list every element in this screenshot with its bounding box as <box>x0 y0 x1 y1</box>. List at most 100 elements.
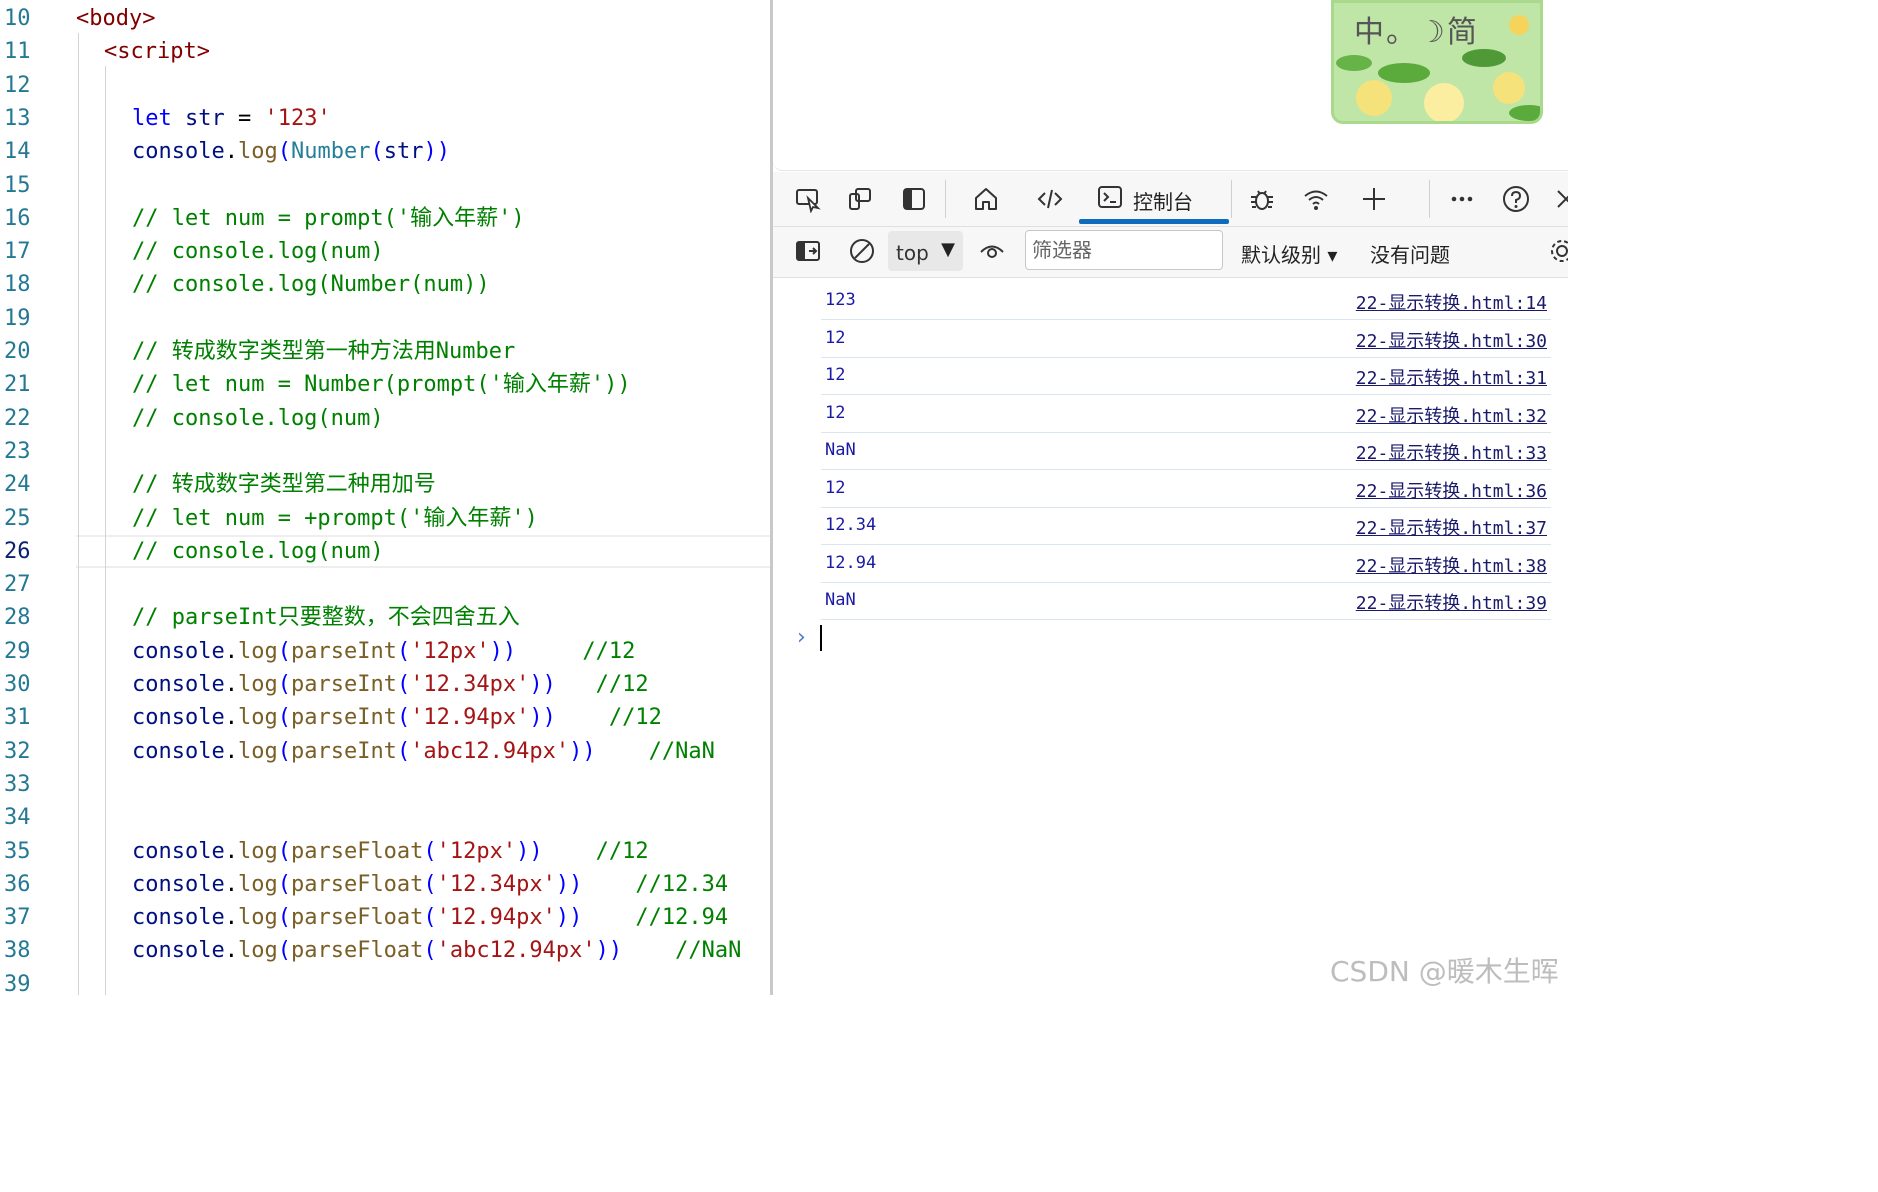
close-icon[interactable] <box>1549 182 1568 216</box>
settings-gear-icon[interactable] <box>1545 234 1568 268</box>
live-expression-eye-icon[interactable] <box>975 234 1009 268</box>
inspect-icon[interactable] <box>791 182 825 216</box>
more-icon[interactable] <box>1445 182 1479 216</box>
add-tool-icon[interactable] <box>1357 182 1391 216</box>
help-icon[interactable] <box>1499 182 1533 216</box>
code-token: '12px' <box>436 838 517 864</box>
code-token: //12 <box>555 672 649 697</box>
line-number: 14 <box>4 139 31 165</box>
tab-console[interactable]: 控制台 <box>1079 174 1229 224</box>
line-number: 11 <box>4 39 31 65</box>
code-token: . <box>224 738 238 764</box>
code-line[interactable]: <body> <box>76 2 770 35</box>
code-line[interactable]: console.log(parseFloat('12.34px')) //12.… <box>132 868 770 901</box>
context-selector[interactable]: top ▼ <box>888 231 963 271</box>
console-input-caret[interactable] <box>820 625 822 651</box>
code-line[interactable]: console.log(parseFloat('abc12.94px')) //… <box>132 934 770 967</box>
code-line[interactable] <box>132 169 770 202</box>
line-number: 37 <box>4 905 31 931</box>
code-line[interactable]: console.log(parseInt('12px')) //12 <box>132 635 770 668</box>
code-line[interactable]: // 转成数字类型第二种用加号 <box>132 468 770 501</box>
code-token: 'abc12.94px' <box>410 738 570 764</box>
line-number: 22 <box>4 405 31 431</box>
source-link[interactable]: 22-显示转换.html:14 <box>1356 289 1547 315</box>
line-number: 17 <box>4 239 31 265</box>
code-line[interactable]: // console.log(Number(num)) <box>132 268 770 301</box>
source-link[interactable]: 22-显示转换.html:32 <box>1356 402 1547 428</box>
watermark: CSDN @暖木生晖 <box>1330 955 1559 988</box>
source-link[interactable]: 22-显示转换.html:39 <box>1356 589 1547 615</box>
code-line[interactable] <box>132 568 770 601</box>
code-line[interactable]: console.log(parseFloat('12px')) //12 <box>132 835 770 868</box>
code-token: = <box>224 105 265 131</box>
device-emulation-icon[interactable] <box>843 182 877 216</box>
source-link[interactable]: 22-显示转换.html:31 <box>1356 364 1547 390</box>
console-message-row: NaN 22-显示转换.html:33 <box>821 432 1551 470</box>
code-line[interactable] <box>132 768 770 801</box>
code-token: )) <box>516 838 543 864</box>
code-line[interactable] <box>132 69 770 102</box>
source-link[interactable]: 22-显示转换.html:38 <box>1356 552 1547 578</box>
code-token: ( <box>396 738 411 764</box>
ime-status-widget[interactable]: 中。☽简 <box>1331 0 1543 124</box>
source-link[interactable]: 22-显示转换.html:33 <box>1356 439 1547 465</box>
code-token: parseFloat <box>290 838 424 864</box>
code-line[interactable] <box>132 435 770 468</box>
code-line[interactable]: // 转成数字类型第一种方法用Number <box>132 335 770 368</box>
source-link[interactable]: 22-显示转换.html:30 <box>1356 327 1547 353</box>
code-token: log <box>237 905 278 931</box>
source-link[interactable]: 22-显示转换.html:37 <box>1356 514 1547 540</box>
ime-mode-text: 中。☽简 <box>1354 15 1479 50</box>
code-token: ( <box>277 838 291 864</box>
code-token: )) <box>555 905 583 931</box>
code-line[interactable]: // console.log(num) <box>132 535 770 568</box>
line-number: 39 <box>4 971 31 995</box>
code-token: '12.34px' <box>410 672 530 697</box>
code-line[interactable]: // let num = prompt('输入年薪') <box>132 202 770 235</box>
code-line[interactable]: console.log(Number(str)) <box>132 135 770 168</box>
filter-input[interactable] <box>1025 230 1223 270</box>
code-line[interactable]: console.log(parseFloat('12.94px')) //12.… <box>132 901 770 934</box>
code-line[interactable] <box>132 968 770 995</box>
code-line[interactable] <box>132 302 770 335</box>
console-message-row: 123 22-显示转换.html:14 <box>821 282 1551 320</box>
code-line[interactable] <box>132 801 770 834</box>
code-token: ( <box>277 938 291 964</box>
code-token: . <box>224 638 238 664</box>
code-token: ( <box>277 738 291 764</box>
code-token: let <box>132 105 172 131</box>
log-level-dropdown[interactable]: 默认级别 ▾ <box>1241 239 1337 268</box>
code-token: ( <box>277 638 291 664</box>
code-token: // console.log(Number(num)) <box>132 272 490 298</box>
code-line[interactable]: console.log(parseInt('abc12.94px')) //Na… <box>132 735 770 768</box>
code-token: '12.34px' <box>436 871 556 897</box>
code-token: log <box>237 871 278 897</box>
code-line[interactable]: <script> <box>104 35 770 68</box>
code-token: //NaN <box>622 938 742 964</box>
code-editor[interactable]: 10 11 12 13 14 15 16 17 18 19 20 21 22 23 24 25 26 27 28 29… <box>0 0 770 995</box>
code-line[interactable]: // let num = +prompt('输入年薪') <box>132 502 770 535</box>
code-line[interactable]: let str = '123' <box>132 102 770 135</box>
elements-icon[interactable] <box>1033 182 1067 216</box>
clear-console-icon[interactable] <box>845 234 879 268</box>
code-line[interactable]: console.log(parseInt('12.94px')) //12 <box>132 701 770 734</box>
source-link[interactable]: 22-显示转换.html:36 <box>1356 477 1547 503</box>
code-line[interactable]: // let num = Number(prompt('输入年薪')) <box>132 368 770 401</box>
console-message-value: 12 <box>825 365 846 385</box>
code-line[interactable]: // console.log(num) <box>132 402 770 435</box>
welcome-home-icon[interactable] <box>969 182 1003 216</box>
debug-icon[interactable] <box>1245 182 1279 216</box>
dock-side-icon[interactable] <box>897 182 931 216</box>
code-token: )) <box>569 738 596 764</box>
network-wifi-icon[interactable] <box>1299 182 1333 216</box>
code-token: parseInt <box>290 638 397 664</box>
code-token: //12 <box>555 705 662 731</box>
issues-counter[interactable]: 没有问题 <box>1370 239 1450 268</box>
code-token: . <box>224 871 238 897</box>
sidebar-toggle-icon[interactable] <box>791 234 825 268</box>
code-line[interactable]: console.log(parseInt('12.34px')) //12 <box>132 668 770 701</box>
code-line[interactable]: // console.log(num) <box>132 235 770 268</box>
code-token: '123' <box>264 105 331 131</box>
code-line[interactable]: // parseInt只要整数，不会四舍五入 <box>132 601 770 634</box>
